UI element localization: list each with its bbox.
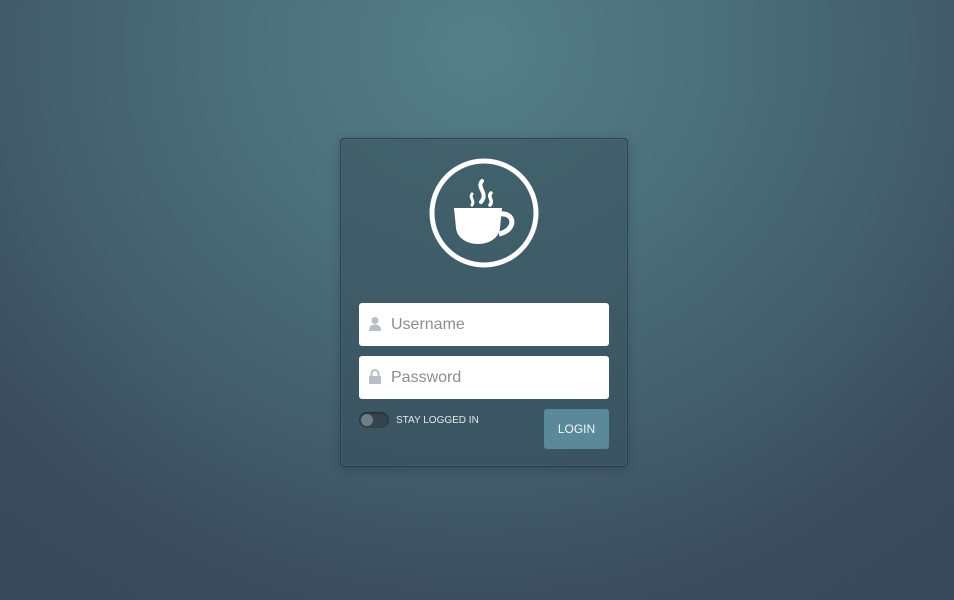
lock-icon xyxy=(368,368,382,385)
username-field[interactable] xyxy=(359,303,609,346)
toggle-knob xyxy=(361,414,373,426)
password-input[interactable] xyxy=(391,356,601,399)
user-icon xyxy=(368,316,382,332)
stay-logged-in-toggle[interactable] xyxy=(359,412,389,428)
login-card: STAY LOGGED IN LOGIN xyxy=(340,138,628,467)
password-field[interactable] xyxy=(359,356,609,399)
stay-logged-in-label: STAY LOGGED IN xyxy=(396,415,479,426)
login-button[interactable]: LOGIN xyxy=(544,409,609,449)
coffee-cup-icon xyxy=(429,158,539,268)
username-input[interactable] xyxy=(391,303,601,346)
